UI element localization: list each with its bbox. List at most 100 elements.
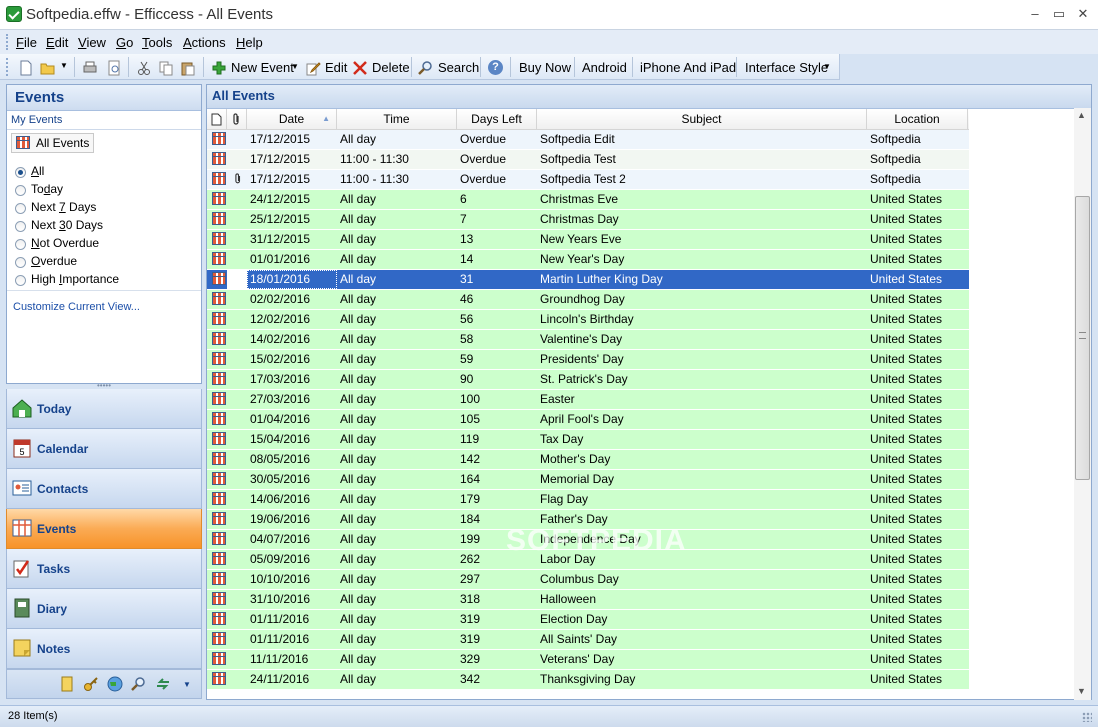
delete-x-icon[interactable] [352, 60, 368, 76]
help-icon[interactable]: ? [488, 60, 503, 75]
table-row[interactable]: 31/10/2016 All day 318 Halloween United Stat… [207, 590, 969, 610]
notes-small-icon[interactable] [59, 676, 75, 692]
table-row[interactable]: 11/11/2016 All day 329 Veterans' Day United … [207, 650, 969, 670]
event-icon [212, 472, 226, 485]
filter-radio[interactable] [15, 257, 26, 268]
configure-buttons-dropdown-icon[interactable]: ▼ [183, 680, 191, 689]
menu-item[interactable]: Help [236, 35, 263, 50]
table-row[interactable]: 30/05/2016 All day 164 Memorial Day United S… [207, 470, 969, 490]
column-time[interactable]: Time [337, 109, 457, 130]
interface-style-button[interactable]: Interface Style [745, 59, 828, 77]
filter-label[interactable]: All [31, 164, 44, 178]
location-cell: United States [870, 512, 943, 526]
table-row[interactable]: 17/12/2015 11:00 - 11:30 Overdue Softpedia … [207, 170, 969, 190]
column-date[interactable]: Date ▲ [247, 109, 337, 130]
maximize-button[interactable]: ▭ [1046, 4, 1072, 24]
print-preview-icon[interactable] [106, 60, 122, 76]
edit-pencil-icon[interactable] [305, 60, 321, 76]
cut-icon[interactable] [136, 60, 152, 76]
filter-radio[interactable] [15, 221, 26, 232]
table-row[interactable]: 01/11/2016 All day 319 All Saints' Day Unite… [207, 630, 969, 650]
add-plus-icon[interactable] [211, 60, 227, 76]
filter-radio[interactable] [15, 167, 26, 178]
table-row[interactable]: 01/01/2016 All day 14 New Year's Day United … [207, 250, 969, 270]
nav-button-events[interactable]: Events [6, 509, 202, 549]
filter-radio[interactable] [15, 239, 26, 250]
column-location[interactable]: Location [867, 109, 968, 130]
table-row[interactable]: 17/12/2015 All day Overdue Softpedia Edit So… [207, 130, 969, 150]
sync-arrow-icon[interactable] [155, 676, 171, 692]
scroll-up-arrow-icon[interactable]: ▲ [1077, 110, 1086, 120]
paste-icon[interactable] [180, 60, 196, 76]
filter-radio[interactable] [15, 203, 26, 214]
new-event-dropdown-icon[interactable]: ▼ [291, 62, 299, 71]
copy-icon[interactable] [158, 60, 174, 76]
table-row[interactable]: 12/02/2016 All day 56 Lincoln's Birthday Uni… [207, 310, 969, 330]
table-row[interactable]: 08/05/2016 All day 142 Mother's Day United S… [207, 450, 969, 470]
table-row[interactable]: 01/04/2016 All day 105 April Fool's Day Unit… [207, 410, 969, 430]
filter-label[interactable]: High Importance [31, 272, 119, 286]
search-button[interactable]: Search [438, 59, 479, 77]
table-row[interactable]: 15/04/2016 All day 119 Tax Day United States [207, 430, 969, 450]
table-row[interactable]: 17/03/2016 All day 90 St. Patrick's Day Unit… [207, 370, 969, 390]
filter-label[interactable]: Today [31, 182, 63, 196]
column-attachment[interactable] [227, 109, 247, 130]
nav-button-diary[interactable]: Diary [6, 589, 202, 629]
buy-now-button[interactable]: Buy Now [519, 59, 571, 77]
filter-label[interactable]: Overdue [31, 254, 77, 268]
table-row[interactable]: 24/12/2015 All day 6 Christmas Eve United St… [207, 190, 969, 210]
table-row[interactable]: 24/11/2016 All day 342 Thanksgiving Day Unit… [207, 670, 969, 690]
minimize-button[interactable]: ‒ [1022, 4, 1048, 24]
nav-button-contacts[interactable]: Contacts [6, 469, 202, 509]
globe-icon[interactable] [107, 676, 123, 692]
android-button[interactable]: Android [582, 59, 627, 77]
open-dropdown-icon[interactable]: ▼ [60, 61, 68, 70]
menu-accelerator: H [236, 35, 246, 50]
search-icon[interactable] [418, 60, 434, 76]
menu-item[interactable]: Edit [46, 35, 68, 50]
table-row[interactable]: 31/12/2015 All day 13 New Years Eve United S… [207, 230, 969, 250]
resize-grip-icon[interactable] [1082, 712, 1092, 722]
menu-item[interactable]: File [16, 35, 37, 50]
menu-item[interactable]: Actions [183, 35, 226, 50]
delete-button[interactable]: Delete [372, 59, 410, 77]
new-event-button[interactable]: New Event [231, 59, 294, 77]
all-events-view-item[interactable]: All Events [11, 133, 95, 153]
key-icon[interactable] [83, 676, 99, 692]
customize-view-link[interactable]: Customize Current View... [13, 301, 140, 313]
close-button[interactable]: ✕ [1070, 4, 1096, 24]
table-row[interactable]: 27/03/2016 All day 100 Easter United States [207, 390, 969, 410]
nav-button-today[interactable]: Today [6, 389, 202, 429]
interface-style-dropdown-icon[interactable]: ▼ [823, 62, 831, 71]
filter-radio[interactable] [15, 185, 26, 196]
table-row[interactable]: 01/11/2016 All day 319 Election Day United S… [207, 610, 969, 630]
iphone-ipad-button[interactable]: iPhone And iPad [640, 59, 736, 77]
table-row[interactable]: 18/01/2016 All day 31 Martin Luther King Da… [207, 270, 969, 290]
print-icon[interactable] [82, 60, 98, 76]
table-row[interactable]: 25/12/2015 All day 7 Christmas Day United St… [207, 210, 969, 230]
filter-label[interactable]: Next 30 Days [31, 218, 103, 232]
table-row[interactable]: 10/10/2016 All day 297 Columbus Day United S… [207, 570, 969, 590]
find-icon[interactable] [131, 676, 147, 692]
new-file-icon[interactable] [18, 60, 34, 76]
column-note[interactable] [207, 109, 227, 130]
nav-button-calendar[interactable]: 5 Calendar [6, 429, 202, 469]
nav-button-notes[interactable]: Notes [6, 629, 202, 669]
menu-item[interactable]: Go [116, 35, 133, 50]
table-row[interactable]: 02/02/2016 All day 46 Groundhog Day United S… [207, 290, 969, 310]
scroll-down-arrow-icon[interactable]: ▼ [1077, 686, 1086, 696]
filter-label[interactable]: Next 7 Days [31, 200, 96, 214]
table-row[interactable]: 14/02/2016 All day 58 Valentine's Day United… [207, 330, 969, 350]
filter-label[interactable]: Not Overdue [31, 236, 99, 250]
table-row[interactable]: 17/12/2015 11:00 - 11:30 Overdue Softpedia … [207, 150, 969, 170]
nav-button-tasks[interactable]: Tasks [6, 549, 202, 589]
menu-item[interactable]: View [78, 35, 106, 50]
filter-radio[interactable] [15, 275, 26, 286]
edit-button[interactable]: Edit [325, 59, 347, 77]
column-days-left[interactable]: Days Left [457, 109, 537, 130]
column-subject[interactable]: Subject [537, 109, 867, 130]
table-row[interactable]: 15/02/2016 All day 59 Presidents' Day United… [207, 350, 969, 370]
open-folder-icon[interactable] [40, 60, 56, 76]
menu-item[interactable]: Tools [142, 35, 172, 50]
table-row[interactable]: 14/06/2016 All day 179 Flag Day United State… [207, 490, 969, 510]
